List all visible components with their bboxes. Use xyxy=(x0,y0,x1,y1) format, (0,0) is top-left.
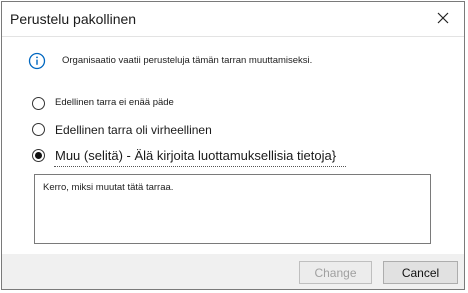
title-bar: Perustelu pakollinen xyxy=(2,2,464,36)
focus-indicator xyxy=(54,166,346,167)
cancel-button[interactable]: Cancel xyxy=(383,261,458,284)
option-label-incorrect[interactable]: Edellinen tarra oli virheellinen xyxy=(55,123,212,137)
close-button[interactable] xyxy=(430,6,456,30)
option-label-other-explain[interactable]: Muu (selitä) - Älä kirjoita luottamuksel… xyxy=(55,148,336,163)
radio-other-explain[interactable] xyxy=(32,149,45,162)
dialog-title: Perustelu pakollinen xyxy=(10,11,137,27)
radio-label-incorrect[interactable] xyxy=(32,123,45,136)
info-icon xyxy=(28,52,46,70)
title-separator xyxy=(2,36,464,37)
close-icon xyxy=(437,12,449,24)
justification-dialog: Perustelu pakollinen Organisaatio vaatii… xyxy=(1,1,465,290)
info-message: Organisaatio vaatii perusteluja tämän ta… xyxy=(62,55,313,66)
option-label-no-longer-applies[interactable]: Edellinen tarra ei enää päde xyxy=(55,97,174,108)
change-button[interactable]: Change xyxy=(299,261,372,284)
radio-label-no-longer-applies[interactable] xyxy=(32,97,45,110)
reason-input[interactable] xyxy=(34,174,431,244)
